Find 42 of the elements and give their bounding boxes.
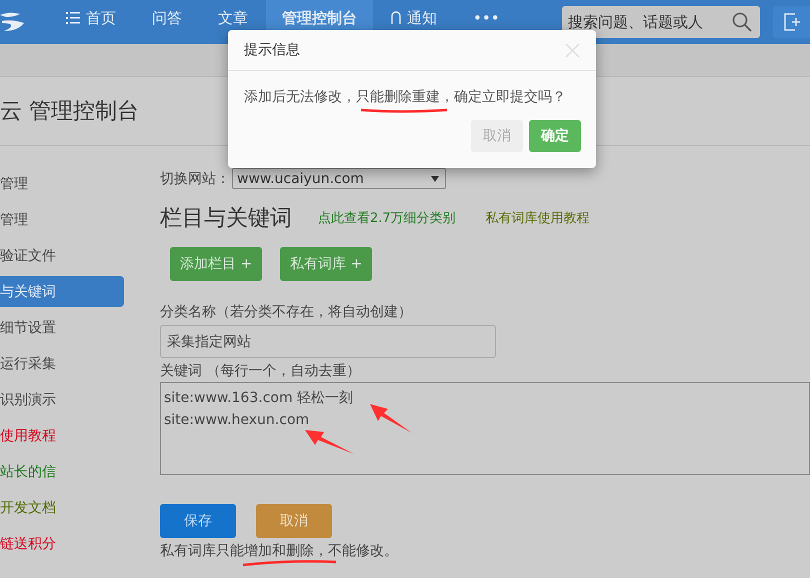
keywords-field[interactable]: site:www.163.com 轻松一刻 site:www.hexun.com [160,382,810,475]
sidebar-item[interactable]: 与关键词 [0,276,124,307]
list-icon [66,12,80,24]
sidebar-item[interactable]: 站长的信 [0,456,124,487]
new-post-button[interactable] [773,6,810,38]
link[interactable]: 点此查看2.7万细分类别 [318,209,456,227]
save-button[interactable]: 保存 [160,504,236,538]
dropdown-icon [431,176,439,182]
add-button[interactable]: 添加栏目 + [170,247,262,281]
cancel-button[interactable]: 取消 [256,504,332,538]
confirm-button[interactable]: 确定 [529,120,581,152]
sidebar-item[interactable]: 开发文档 [0,492,124,523]
field-label: 关键词 （每行一个，自动去重） [160,362,360,380]
page-title: 云 管理控制台 [0,98,139,126]
sidebar-item[interactable]: 验证文件 [0,240,124,271]
section-heading: 栏目与关键词 [160,205,292,233]
logo-icon[interactable] [0,11,26,33]
link[interactable]: 私有词库使用教程 [486,209,590,227]
site-label: 切换网站： [160,170,230,188]
nav-item[interactable]: 通知 [373,0,455,44]
search-field[interactable]: 搜索问题、话题或人 [562,6,760,38]
dialog-title: 提示信息 [244,41,300,59]
site-select[interactable]: www.ucaiyun.com [232,168,446,189]
search-icon[interactable] [732,12,752,32]
dialog-message: 添加后无法修改，只能删除重建，确定立即提交吗？ [243,88,567,106]
arrow-mark [370,404,412,433]
nav-item[interactable]: 问答 [134,0,200,44]
sidebar-item[interactable]: 使用教程 [0,420,124,451]
field-label: 分类名称（若分类不存在，将自动创建） [160,303,412,321]
sidebar-item[interactable]: 管理 [0,204,124,235]
sidebar-item[interactable]: 管理 [0,168,124,199]
nav-item[interactable]: 首页 [48,0,134,44]
category-field[interactable]: 采集指定网站 [160,325,496,358]
sidebar-item[interactable]: 识别演示 [0,384,124,415]
note-text: 私有词库只能增加和删除，不能修改。 [160,543,398,559]
cancel-button[interactable]: 取消 [471,120,523,152]
sidebar-item[interactable]: 运行采集 [0,348,124,379]
arrow-mark [305,430,354,454]
add-button[interactable]: 私有词库 + [280,247,372,281]
sidebar-item[interactable]: 链送积分 [0,528,124,559]
sidebar-item[interactable]: 细节设置 [0,312,124,343]
add-document-icon [782,13,800,31]
